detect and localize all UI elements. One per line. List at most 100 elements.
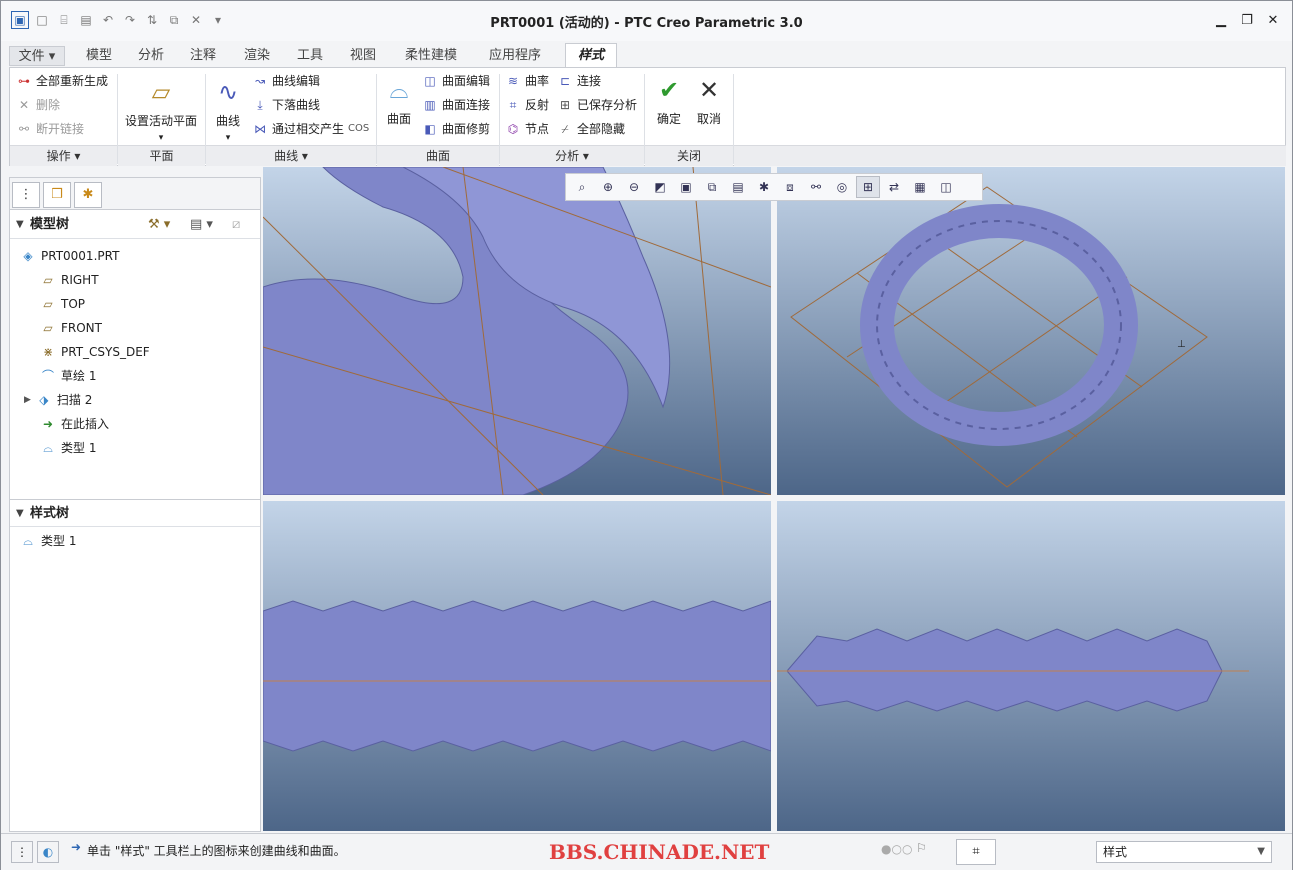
tab-analysis[interactable]: 分析	[127, 46, 175, 66]
ok-button[interactable]: ✔ 确定	[650, 74, 688, 127]
model-tree-tab-icon[interactable]: ⋮	[12, 182, 40, 208]
curve-edit-button[interactable]: ↝ 曲线编辑	[252, 70, 320, 92]
dropdown-icon: ▾	[225, 133, 231, 143]
viewport-right[interactable]	[777, 501, 1285, 831]
style-tree-item[interactable]: ⌓ 类型 1	[20, 530, 76, 552]
style-plane-icon[interactable]: ◫	[934, 176, 958, 198]
folder-browser-tab-icon[interactable]: ❒	[43, 182, 71, 208]
model-top-view: ⊥	[790, 186, 1208, 488]
saved-analysis-button[interactable]: ⊞ 已保存分析	[557, 94, 637, 116]
style-feature-icon: ⌓	[43, 441, 53, 455]
tree-filter-icon[interactable]: ⧄	[232, 211, 240, 239]
zoom-out-icon[interactable]: ⊖	[622, 176, 646, 198]
refit-icon[interactable]: ⌕	[570, 176, 594, 198]
window-title: PRT0001 (活动的) - PTC Creo Parametric 3.0	[490, 16, 803, 31]
tree-columns-icon[interactable]: ▤ ▾	[190, 211, 213, 239]
model-tree-header[interactable]: ▼ 模型树 ⚒ ▾ ▤ ▾ ⧄	[10, 211, 260, 239]
maximize-icon[interactable]: ❐	[1236, 9, 1258, 31]
node-button[interactable]: ⌬ 节点	[505, 118, 549, 140]
tab-tools[interactable]: 工具	[285, 46, 335, 66]
find-icon[interactable]: ⌗	[956, 839, 996, 865]
group-label-operations[interactable]: 操作 ▾	[10, 145, 117, 166]
curve-button[interactable]: ∿ 曲线 ▾	[210, 76, 246, 143]
sweep-icon: ⬗	[39, 393, 49, 407]
view-toolbar: ⌕ ⊕ ⊖ ◩ ▣ ⧉ ▤ ✱ ⧈ ⚯ ◎ ⊞ ⇄ ▦ ◫	[565, 173, 983, 201]
cancel-button[interactable]: ✕ 取消	[690, 74, 728, 127]
disconnect-icon: ⚯	[18, 122, 30, 136]
tree-item-right[interactable]: ▱ RIGHT	[40, 269, 98, 291]
tab-style[interactable]: 样式	[565, 43, 617, 68]
navigator-tabs: ⋮ ❒ ✱	[10, 178, 260, 210]
regen-all-button[interactable]: ⊶ 全部重新生成	[16, 70, 108, 92]
connections-icon[interactable]: ⚯	[804, 176, 828, 198]
surface-edit-button[interactable]: ◫ 曲面编辑	[422, 70, 490, 92]
favorites-tab-icon[interactable]: ✱	[74, 182, 102, 208]
group-label-analysis[interactable]: 分析 ▾	[500, 145, 644, 166]
tree-item-style[interactable]: ⌓ 类型 1	[40, 437, 96, 459]
viewport-3d[interactable]	[263, 167, 771, 495]
tree-item-front[interactable]: ▱ FRONT	[40, 317, 102, 339]
tab-file[interactable]: 文件 ▾	[9, 46, 65, 66]
ribbon-tabs: 文件 ▾ 模型 分析 注释 渲染 工具 视图 柔性建模 应用程序 样式 ⌃ ⌕ …	[1, 41, 1292, 99]
style-tree-header[interactable]: ▼ 样式树	[10, 499, 260, 527]
delete-button[interactable]: ✕ 删除	[16, 94, 60, 116]
view-manager-icon[interactable]: ▤	[726, 176, 750, 198]
ribbon: ⊶ 全部重新生成 ✕ 删除 ⚯ 断开链接 操作 ▾ ▱ 设置活动平面 ▾ 平面 ∿ 曲线…	[9, 67, 1286, 166]
curve-edit-icon: ↝	[254, 74, 266, 88]
hide-all-button[interactable]: ⌿ 全部隐藏	[557, 118, 625, 140]
group-label-curves[interactable]: 曲线 ▾	[206, 145, 376, 166]
surface-trim-button[interactable]: ◧ 曲面修剪	[422, 118, 490, 140]
tree-item-sketch[interactable]: ⌒ 草绘 1	[40, 365, 96, 387]
reflect-button[interactable]: ⌗ 反射	[505, 94, 549, 116]
datum-plane-icon: ▱	[43, 297, 53, 311]
tab-view[interactable]: 视图	[337, 46, 389, 66]
connect-analysis-button[interactable]: ⊏ 连接	[557, 70, 601, 92]
saved-views-icon[interactable]: ⧉	[700, 176, 724, 198]
flag-icon[interactable]: ⚐	[916, 841, 927, 855]
toggle-navigator-icon[interactable]: ⋮	[11, 841, 33, 863]
surface-connect-button[interactable]: ▥ 曲面连接	[422, 94, 490, 116]
viewport-front[interactable]	[263, 501, 771, 831]
tab-render[interactable]: 渲染	[231, 46, 283, 66]
set-active-plane-button[interactable]: ▱ 设置活动平面 ▾	[120, 76, 202, 143]
grid-icon[interactable]: ▦	[908, 176, 932, 198]
surface-button[interactable]: ⌓ 曲面	[380, 74, 418, 127]
cos-button[interactable]: ⋈ 通过相交产生 COS	[252, 118, 369, 140]
collapse-icon: ▼	[16, 219, 24, 230]
zoom-in-icon[interactable]: ⊕	[596, 176, 620, 198]
tree-item-part[interactable]: ◈ PRT0001.PRT	[20, 245, 119, 267]
arrow-icon: ➜	[71, 840, 82, 854]
expand-icon[interactable]: ▶	[24, 389, 31, 411]
navigator-panel: ⋮ ❒ ✱ ▼ 模型树 ⚒ ▾ ▤ ▾ ⧄ ◈ PRT0001.PRT ▱ RIGH…	[9, 177, 261, 832]
model-right-view	[777, 628, 1249, 712]
reorient-icon[interactable]: ▣	[674, 176, 698, 198]
curvature-button[interactable]: ≋ 曲率	[505, 70, 549, 92]
tab-applications[interactable]: 应用程序	[475, 46, 555, 66]
tree-settings-icon[interactable]: ⚒ ▾	[148, 211, 170, 239]
saved-analysis-icon: ⊞	[559, 98, 571, 112]
datum-plane-icon: ▱	[43, 321, 53, 335]
repaint-icon[interactable]: ◩	[648, 176, 672, 198]
close-icon[interactable]: ✕	[1262, 9, 1284, 31]
selection-filter[interactable]: 样式 ▼	[1096, 841, 1272, 863]
perspective-icon[interactable]: ◎	[830, 176, 854, 198]
tab-model[interactable]: 模型	[75, 46, 123, 66]
dropdown-icon: ▾	[158, 133, 164, 143]
plane-icon: ▱	[151, 78, 171, 106]
drop-curve-button[interactable]: ⤓ 下落曲线	[252, 94, 320, 116]
tab-annotate[interactable]: 注释	[179, 46, 227, 66]
disconnect-button[interactable]: ⚯ 断开链接	[16, 118, 84, 140]
tree-item-insert-here[interactable]: ➜ 在此插入	[40, 413, 109, 435]
minimize-icon[interactable]: ▁	[1210, 9, 1232, 31]
datum-display-icon[interactable]: ⧈	[778, 176, 802, 198]
tree-item-csys[interactable]: ⋇ PRT_CSYS_DEF	[40, 341, 150, 363]
display-style-icon[interactable]: ✱	[752, 176, 776, 198]
viewport-top[interactable]: ⊥	[777, 167, 1285, 495]
browser-icon[interactable]: ◐	[37, 841, 59, 863]
tree-item-sweep[interactable]: ▶ ⬗ 扫描 2	[24, 389, 92, 411]
model-front-view	[263, 600, 771, 752]
tree-item-top[interactable]: ▱ TOP	[40, 293, 85, 315]
tab-flexible-modeling[interactable]: 柔性建模	[393, 46, 469, 66]
four-views-icon[interactable]: ⊞	[856, 176, 880, 198]
exchange-views-icon[interactable]: ⇄	[882, 176, 906, 198]
